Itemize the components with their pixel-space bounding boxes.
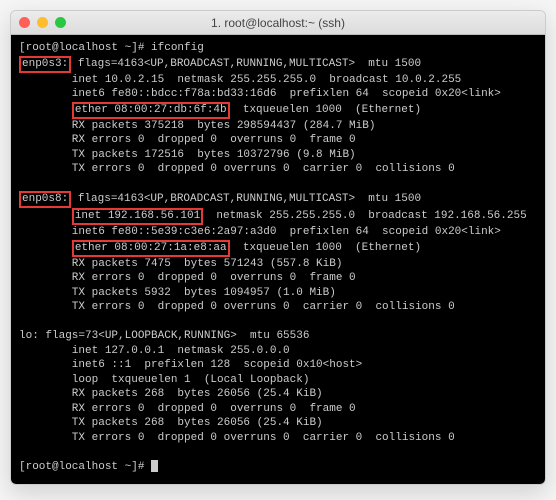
lo-rxe: RX errors 0 dropped 0 overruns 0 frame 0 <box>19 403 356 415</box>
if1-txp: TX packets 5932 bytes 1094957 (1.0 MiB) <box>19 287 336 299</box>
if0-inet: inet 10.0.2.15 netmask 255.255.255.0 bro… <box>19 74 461 86</box>
lo-inet6: inet6 ::1 prefixlen 128 scopeid 0x10<hos… <box>19 359 362 371</box>
terminal-window: 1. root@localhost:~ (ssh) [root@localhos… <box>10 10 546 485</box>
prompt-end: [root@localhost ~]# <box>19 461 151 473</box>
if0-rxp: RX packets 375218 bytes 298594437 (284.7… <box>19 120 375 132</box>
if0-txp: TX packets 172516 bytes 10372796 (9.8 Mi… <box>19 149 356 161</box>
if1-inet6: inet6 fe80::5e39:c3e6:2a97:a3d0 prefixle… <box>19 226 501 238</box>
highlight-if1-inet: inet 192.168.56.101 <box>72 208 203 225</box>
if0-inet6: inet6 fe80::bdcc:f78a:bd33:16d6 prefixle… <box>19 88 501 100</box>
if1-rxe: RX errors 0 dropped 0 overruns 0 frame 0 <box>19 272 356 284</box>
prompt: [root@localhost ~]# <box>19 42 151 54</box>
lo-header: lo: flags=73<UP,LOOPBACK,RUNNING> mtu 65… <box>19 330 309 342</box>
if1-ether-tail: txqueuelen 1000 (Ethernet) <box>230 242 421 254</box>
titlebar[interactable]: 1. root@localhost:~ (ssh) <box>11 11 545 35</box>
lo-txe: TX errors 0 dropped 0 overruns 0 carrier… <box>19 432 455 444</box>
window-title: 1. root@localhost:~ (ssh) <box>11 16 545 30</box>
terminal-output[interactable]: [root@localhost ~]# ifconfig enp0s3: fla… <box>11 35 545 484</box>
lo-loop: loop txqueuelen 1 (Local Loopback) <box>19 374 309 386</box>
lo-inet: inet 127.0.0.1 netmask 255.0.0.0 <box>19 345 290 357</box>
if1-inet-tail: netmask 255.255.255.0 broadcast 192.168.… <box>203 210 526 222</box>
command: ifconfig <box>151 42 204 54</box>
if0-flags: flags=4163<UP,BROADCAST,RUNNING,MULTICAS… <box>71 58 421 70</box>
highlight-if1-ether: ether 08:00:27:1a:e8:aa <box>72 240 230 257</box>
if0-rxe: RX errors 0 dropped 0 overruns 0 frame 0 <box>19 134 356 146</box>
lo-rxp: RX packets 268 bytes 26056 (25.4 KiB) <box>19 388 323 400</box>
if0-txe: TX errors 0 dropped 0 overruns 0 carrier… <box>19 163 455 175</box>
if0-ether-tail: txqueuelen 1000 (Ethernet) <box>230 104 421 116</box>
highlight-if0-ether: ether 08:00:27:db:6f:4b <box>72 102 230 119</box>
if1-rxp: RX packets 7475 bytes 571243 (557.8 KiB) <box>19 258 342 270</box>
if1-txe: TX errors 0 dropped 0 overruns 0 carrier… <box>19 301 455 313</box>
cursor-icon <box>151 460 158 472</box>
if1-flags: flags=4163<UP,BROADCAST,RUNNING,MULTICAS… <box>71 193 421 205</box>
highlight-if1-name: enp0s8: <box>19 191 71 208</box>
lo-txp: TX packets 268 bytes 26056 (25.4 KiB) <box>19 417 323 429</box>
highlight-if0-name: enp0s3: <box>19 56 71 73</box>
